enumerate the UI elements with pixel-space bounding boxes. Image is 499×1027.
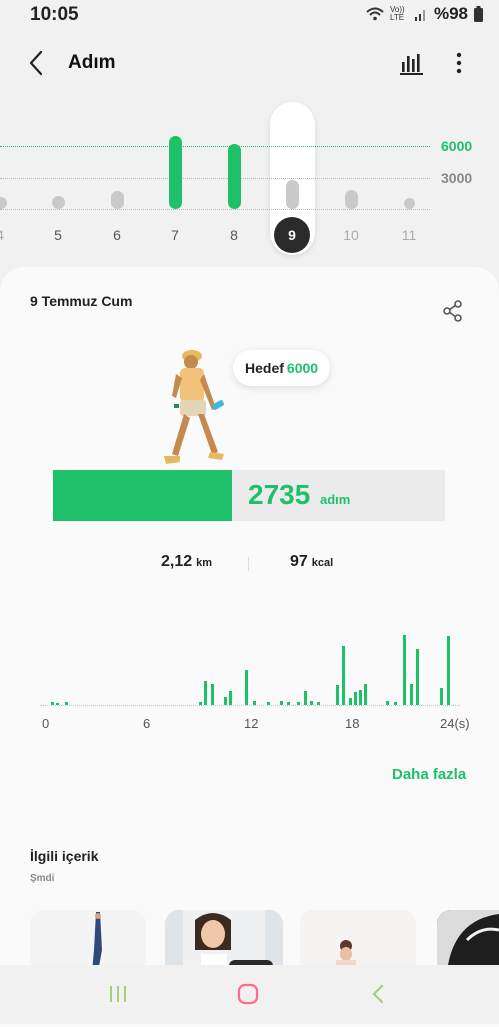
goal-value: 6000 xyxy=(286,360,319,376)
hourly-bar xyxy=(279,700,283,705)
recent-apps-icon xyxy=(110,986,126,1002)
week-bar-day-9[interactable] xyxy=(286,180,299,209)
related-card-yoga[interactable] xyxy=(30,910,146,972)
hourly-bar xyxy=(386,700,390,705)
distance-unit: km xyxy=(196,557,213,569)
hourly-bar xyxy=(51,701,55,705)
week-bar-day-11[interactable] xyxy=(404,198,415,209)
day-label-11[interactable]: 11 xyxy=(394,227,424,243)
goal-guide-label: 6000 xyxy=(441,138,473,154)
hourly-bar xyxy=(310,700,314,705)
goal-label: Hedef xyxy=(245,360,284,376)
day-label-7[interactable]: 7 xyxy=(160,227,190,243)
back-arrow-icon xyxy=(372,984,384,1004)
related-content-title: İlgili içerik xyxy=(30,848,99,864)
hour-tick-label: 6 xyxy=(143,716,151,731)
distance-value: 2,12 xyxy=(161,553,193,570)
hourly-bar xyxy=(266,702,270,705)
day-label-6[interactable]: 6 xyxy=(102,227,132,243)
mid-guide-line xyxy=(0,178,430,179)
recent-apps-button[interactable] xyxy=(106,984,130,1004)
week-bar-day-5[interactable] xyxy=(52,196,65,209)
hourly-bar xyxy=(409,684,413,705)
hourly-bar xyxy=(342,645,346,705)
calories-unit: kcal xyxy=(311,557,334,569)
home-icon xyxy=(237,983,259,1005)
hourly-bar xyxy=(394,702,398,705)
day-label-5[interactable]: 5 xyxy=(43,227,73,243)
system-nav-bar xyxy=(0,965,499,1024)
week-bar-day-10[interactable] xyxy=(345,190,358,209)
hourly-bar xyxy=(64,702,68,705)
walker-illustration xyxy=(158,346,238,470)
stat-divider xyxy=(248,557,249,571)
week-bar-day-8[interactable] xyxy=(228,143,241,209)
share-icon xyxy=(443,300,462,322)
steps-unit: adım xyxy=(320,492,351,507)
hourly-bar xyxy=(303,691,307,705)
hourly-bar xyxy=(199,702,203,705)
hourly-bar xyxy=(204,680,208,705)
week-bar-day-6[interactable] xyxy=(111,191,124,209)
home-button[interactable] xyxy=(236,982,260,1006)
hourly-bar xyxy=(56,702,60,705)
day-label-10[interactable]: 10 xyxy=(336,227,366,243)
hourly-bar xyxy=(244,670,248,705)
hourly-baseline xyxy=(40,705,460,706)
mid-guide-label: 3000 xyxy=(441,170,473,186)
goal-progress-fill xyxy=(53,470,232,521)
hourly-bar xyxy=(286,701,290,705)
day-label-8[interactable]: 8 xyxy=(219,227,249,243)
hourly-bar xyxy=(354,692,358,705)
more-link[interactable]: Daha fazla xyxy=(392,766,466,783)
selected-date: 9 Temmuz Cum xyxy=(30,293,133,309)
hourly-bar xyxy=(402,635,406,705)
weekly-steps-chart: 6000 3000 4 5 6 7 8 9 10 11 xyxy=(0,0,499,265)
hour-tick-label: 12 xyxy=(244,716,259,731)
goal-bubble: Hedef 6000 xyxy=(233,350,331,386)
week-bar-day-4[interactable] xyxy=(0,197,7,209)
hourly-bar xyxy=(317,702,321,705)
week-bar-day-7[interactable] xyxy=(169,135,182,209)
hour-tick-label: 18 xyxy=(345,716,360,731)
hourly-bar xyxy=(335,685,339,705)
related-content-subtitle: Şmdi xyxy=(30,873,55,884)
calories-stat: 97 kcal xyxy=(290,553,333,571)
steps-count: 2735 xyxy=(248,479,311,510)
distance-stat: 2,12 km xyxy=(161,553,212,571)
hourly-bar xyxy=(349,698,352,705)
hourly-steps-chart: 0 6 12 18 24(s) xyxy=(40,630,470,740)
related-card-dark[interactable] xyxy=(437,910,499,972)
related-card-woman-smiling[interactable] xyxy=(165,910,283,972)
hourly-bar xyxy=(296,701,300,705)
hourly-bar xyxy=(446,636,450,705)
hourly-bar xyxy=(439,687,443,705)
base-guide-line xyxy=(0,209,430,210)
share-button[interactable] xyxy=(440,298,466,324)
hourly-bar xyxy=(416,649,420,705)
hourly-bar xyxy=(364,684,368,705)
calories-value: 97 xyxy=(290,553,308,570)
hourly-bar xyxy=(210,684,214,705)
hourly-bar xyxy=(359,689,363,705)
hour-tick-label: 24(s) xyxy=(440,716,470,731)
goal-guide-line xyxy=(0,146,430,147)
hourly-bar xyxy=(229,691,233,705)
hour-tick-label: 0 xyxy=(42,716,50,731)
hourly-bar xyxy=(253,700,257,705)
day-label-4[interactable]: 4 xyxy=(0,227,15,243)
system-back-button[interactable] xyxy=(368,982,388,1006)
day-label-9-selected[interactable]: 9 xyxy=(274,217,310,253)
hourly-bar xyxy=(224,696,228,705)
related-card-stretch[interactable] xyxy=(300,910,416,972)
